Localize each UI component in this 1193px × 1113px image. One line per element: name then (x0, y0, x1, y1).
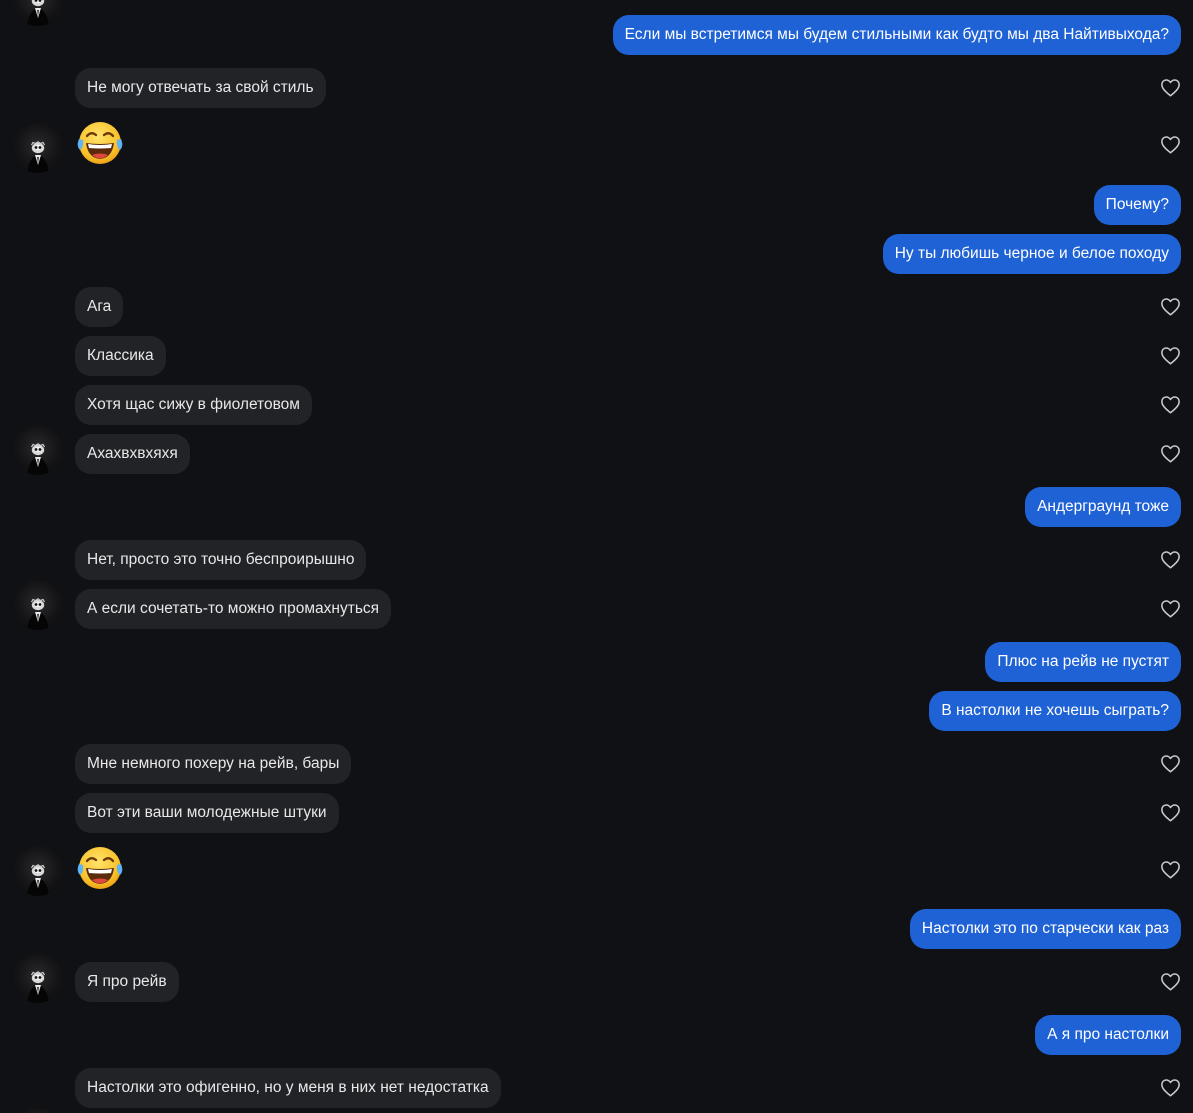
contact-avatar[interactable] (13, 123, 63, 173)
message-bubble[interactable]: Классика (75, 336, 166, 376)
message-bubble[interactable]: Настолки это офигенно, но у меня в них н… (75, 1068, 501, 1108)
like-heart-icon[interactable] (1160, 860, 1181, 879)
outgoing-message[interactable]: Почему? (0, 185, 1193, 225)
message-bubble[interactable]: Андерграунд тоже (1025, 487, 1181, 527)
message-bubble[interactable]: Плюс на рейв не пустят (985, 642, 1181, 682)
incoming-message[interactable]: Мне немного похеру на рейв, бары (0, 744, 1193, 784)
incoming-message[interactable]: 😂 (0, 847, 1193, 890)
message-bubble[interactable]: Ахахвхвхяхя (75, 434, 190, 474)
outgoing-message[interactable]: Если мы встретимся мы будем стильными ка… (0, 15, 1193, 55)
outgoing-message[interactable]: А я про настолки (0, 1015, 1193, 1055)
incoming-message[interactable]: 😂 (0, 122, 1193, 165)
laughing-tears-emoji: 😂 (77, 122, 123, 164)
contact-avatar[interactable] (13, 425, 63, 475)
like-heart-icon[interactable] (1160, 346, 1181, 365)
contact-avatar[interactable] (13, 846, 63, 896)
outgoing-message[interactable]: Настолки это по старчески как раз (0, 909, 1193, 949)
message-bubble[interactable]: А если сочетать-то можно промахнуться (75, 589, 392, 629)
message-bubble[interactable]: Ну ты любишь черное и белое походу (882, 234, 1181, 274)
contact-avatar[interactable] (13, 953, 63, 1003)
message-bubble[interactable]: Я про рейв (75, 962, 179, 1002)
like-heart-icon[interactable] (1160, 972, 1181, 991)
contact-avatar[interactable] (13, 580, 63, 630)
like-heart-icon[interactable] (1160, 803, 1181, 822)
message-bubble[interactable]: В настолки не хочешь сыграть? (929, 691, 1181, 731)
incoming-message[interactable]: А если сочетать-то можно промахнуться (0, 589, 1193, 629)
like-heart-icon[interactable] (1160, 444, 1181, 463)
like-heart-icon[interactable] (1160, 599, 1181, 618)
message-bubble[interactable]: Почему? (1093, 185, 1181, 225)
outgoing-message[interactable]: Ну ты любишь черное и белое походу (0, 234, 1193, 274)
incoming-message[interactable]: Классика (0, 336, 1193, 376)
chat-message-list[interactable]: Если мы встретимся мы будем стильными ка… (0, 0, 1193, 1113)
outgoing-message[interactable]: В настолки не хочешь сыграть? (0, 691, 1193, 731)
outgoing-message[interactable]: Плюс на рейв не пустят (0, 642, 1193, 682)
like-heart-icon[interactable] (1160, 1078, 1181, 1097)
like-heart-icon[interactable] (1160, 550, 1181, 569)
message-bubble[interactable]: Если мы встретимся мы будем стильными ка… (612, 15, 1181, 55)
incoming-message[interactable]: Нет, просто это точно беспроирышно (0, 540, 1193, 580)
message-bubble[interactable]: А я про настолки (1035, 1015, 1181, 1055)
message-bubble[interactable]: Не могу отвечать за свой стиль (75, 68, 326, 108)
message-bubble[interactable]: Нет, просто это точно беспроирышно (75, 540, 367, 580)
like-heart-icon[interactable] (1160, 297, 1181, 316)
message-bubble[interactable]: Ага (75, 287, 124, 327)
incoming-message[interactable]: Ахахвхвхяхя (0, 434, 1193, 474)
laughing-tears-emoji: 😂 (77, 847, 123, 889)
message-bubble[interactable]: Вот эти ваши молодежные штуки (75, 793, 339, 833)
message-bubble[interactable]: Хотя щас сижу в фиолетовом (75, 385, 312, 425)
incoming-message[interactable]: Ага (0, 287, 1193, 327)
like-heart-icon[interactable] (1160, 78, 1181, 97)
like-heart-icon[interactable] (1160, 135, 1181, 154)
message-bubble[interactable]: Настолки это по старчески как раз (909, 909, 1181, 949)
incoming-message[interactable]: Не могу отвечать за свой стиль (0, 68, 1193, 108)
incoming-message[interactable]: Настолки это офигенно, но у меня в них н… (0, 1068, 1193, 1108)
like-heart-icon[interactable] (1160, 754, 1181, 773)
like-heart-icon[interactable] (1160, 395, 1181, 414)
incoming-message[interactable]: Хотя щас сижу в фиолетовом (0, 385, 1193, 425)
incoming-message[interactable]: Я про рейв (0, 962, 1193, 1002)
contact-avatar[interactable] (13, 1108, 63, 1113)
message-bubble[interactable]: Мне немного похеру на рейв, бары (75, 744, 352, 784)
incoming-message[interactable]: Вот эти ваши молодежные штуки (0, 793, 1193, 833)
outgoing-message[interactable]: Андерграунд тоже (0, 487, 1193, 527)
